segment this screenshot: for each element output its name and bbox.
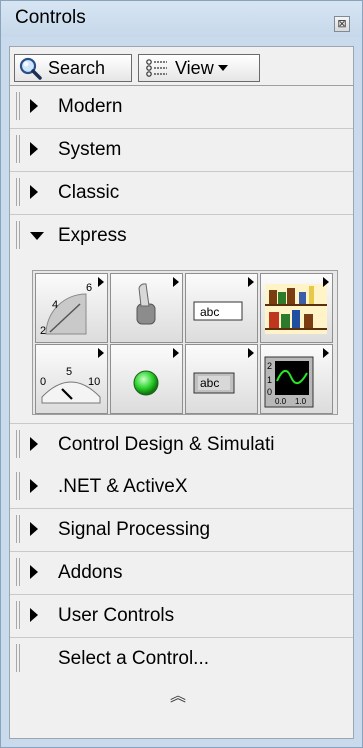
- expand-arrow-icon[interactable]: [30, 185, 38, 199]
- graph-label: 1: [267, 375, 272, 385]
- expand-arrow-icon[interactable]: [30, 522, 38, 536]
- search-label: Search: [48, 57, 106, 78]
- collapse-chevron-icon[interactable]: ︽: [170, 682, 186, 706]
- select-control-row[interactable]: Select a Control...: [10, 638, 353, 680]
- search-button[interactable]: Search: [14, 54, 132, 82]
- category-row-system[interactable]: System: [10, 129, 353, 172]
- drag-grip[interactable]: [16, 92, 20, 120]
- gauge-label: 5: [66, 366, 72, 378]
- drag-grip[interactable]: [16, 558, 20, 586]
- toolbar: Search View: [10, 47, 353, 86]
- numeric-indicators-icon: 0 5 10: [40, 366, 101, 404]
- category-row-dotnet-activex[interactable]: .NET & ActiveX: [10, 466, 353, 509]
- category-label: Control Design & Simulati: [58, 434, 275, 455]
- expand-arrow-icon[interactable]: [30, 437, 38, 451]
- toggle-switch-icon: [136, 283, 156, 325]
- submenu-arrow-icon: [248, 348, 254, 358]
- title-bar[interactable]: Controls ⊠: [1, 1, 362, 37]
- dial-label: 6: [86, 282, 92, 294]
- expand-arrow-icon[interactable]: [30, 142, 38, 156]
- expand-arrow-icon[interactable]: [30, 565, 38, 579]
- palette-panel: Search View Modern System Classic Expres…: [9, 46, 354, 739]
- submenu-arrow-icon: [98, 277, 104, 287]
- expand-arrow-icon[interactable]: [30, 608, 38, 622]
- close-icon: ⊠: [337, 17, 347, 30]
- expand-arrow-icon[interactable]: [30, 479, 38, 493]
- magnifier-icon: [19, 57, 42, 80]
- category-row-signal-processing[interactable]: Signal Processing: [10, 509, 353, 552]
- led-indicator-icon: [133, 370, 159, 396]
- drag-grip[interactable]: [16, 644, 20, 672]
- submenu-arrow-icon: [323, 277, 329, 287]
- gauge-label: 10: [88, 376, 100, 388]
- category-label: Signal Processing: [58, 519, 211, 540]
- category-row-user-controls[interactable]: User Controls: [10, 595, 353, 638]
- view-label: View: [175, 57, 214, 78]
- controls-window: Controls ⊠ Search View Modern System Cla…: [0, 0, 363, 748]
- buttons-switches-button[interactable]: [110, 273, 183, 343]
- text-controls-icon: abc: [193, 301, 243, 321]
- view-button[interactable]: View: [138, 54, 260, 82]
- dial-label: 2: [40, 325, 46, 337]
- category-label: Classic: [58, 182, 120, 203]
- category-label: .NET & ActiveX: [58, 476, 188, 497]
- dropdown-arrow-icon: [217, 65, 228, 71]
- submenu-arrow-icon: [98, 348, 104, 358]
- category-row-modern[interactable]: Modern: [10, 86, 353, 129]
- graph-indicators-icon: 2 1 0 0.0 1.0: [264, 356, 314, 408]
- user-controls-button[interactable]: [260, 273, 333, 343]
- drag-grip[interactable]: [16, 221, 20, 249]
- view-list-icon: [146, 59, 167, 77]
- category-label: System: [58, 139, 122, 160]
- gauge-label: 0: [40, 376, 46, 388]
- drag-grip[interactable]: [16, 601, 20, 629]
- category-label: Express: [58, 225, 127, 246]
- dial-label: 4: [52, 299, 58, 311]
- numeric-controls-icon: 2 4 6: [40, 282, 92, 337]
- submenu-arrow-icon: [173, 277, 179, 287]
- category-label: User Controls: [58, 605, 175, 626]
- category-row-control-design[interactable]: Control Design & Simulati: [10, 423, 353, 467]
- numeric-indicators-button[interactable]: 0 5 10: [35, 344, 108, 414]
- graph-label: 1.0: [295, 397, 307, 406]
- graph-label: 2: [267, 361, 272, 371]
- text-controls-button[interactable]: abc: [185, 273, 258, 343]
- collapse-arrow-icon[interactable]: [30, 232, 44, 240]
- text-indicators-button[interactable]: abc: [185, 344, 258, 414]
- select-control-label: Select a Control...: [58, 648, 210, 669]
- text-box-label: abc: [200, 305, 219, 319]
- drag-grip[interactable]: [16, 430, 20, 458]
- drag-grip[interactable]: [16, 178, 20, 206]
- user-controls-icon: [265, 284, 327, 334]
- expand-arrow-icon[interactable]: [30, 99, 38, 113]
- graph-label: 0: [267, 387, 272, 397]
- submenu-arrow-icon: [323, 348, 329, 358]
- indicator-label: abc: [200, 376, 219, 390]
- graph-label: 0.0: [275, 397, 287, 406]
- numeric-controls-button[interactable]: 2 4 6: [35, 273, 108, 343]
- category-row-classic[interactable]: Classic: [10, 172, 353, 215]
- category-label: Modern: [58, 96, 123, 117]
- drag-grip[interactable]: [16, 135, 20, 163]
- category-row-express[interactable]: Express: [10, 215, 353, 257]
- led-indicators-button[interactable]: [110, 344, 183, 414]
- drag-grip[interactable]: [16, 515, 20, 543]
- text-indicators-icon: abc: [193, 372, 235, 394]
- window-title: Controls: [15, 7, 86, 28]
- express-palette: 2 4 6 abc 0 5 10 abc 2 1 0 0.0 1.0: [32, 270, 338, 415]
- graph-indicators-button[interactable]: 2 1 0 0.0 1.0: [260, 344, 333, 414]
- category-row-addons[interactable]: Addons: [10, 552, 353, 595]
- category-label: Addons: [58, 562, 123, 583]
- submenu-arrow-icon: [173, 348, 179, 358]
- close-button[interactable]: ⊠: [334, 16, 350, 32]
- submenu-arrow-icon: [248, 277, 254, 287]
- drag-grip[interactable]: [16, 472, 20, 500]
